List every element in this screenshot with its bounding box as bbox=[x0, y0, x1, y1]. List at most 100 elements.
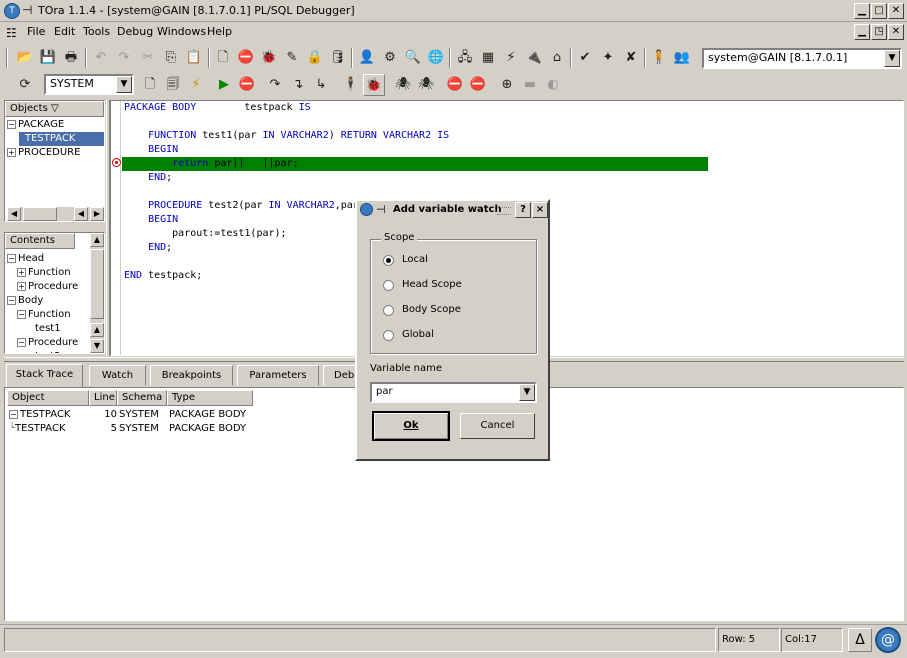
menu-file[interactable]: File bbox=[27, 25, 45, 38]
menu-tools[interactable]: Tools bbox=[83, 25, 110, 38]
menu-help[interactable]: Help bbox=[207, 25, 232, 38]
connection-select[interactable]: system@GAIN [8.1.7.0.1] ▼ bbox=[702, 48, 902, 69]
remove-breakpoint-icon[interactable]: 🕷 bbox=[415, 74, 437, 96]
step-into-icon[interactable]: ↴ bbox=[287, 74, 309, 96]
storage-icon[interactable]: 🛢 bbox=[327, 47, 349, 69]
objects-hscrollbar[interactable]: ◀ ◀ ▶ bbox=[7, 207, 104, 221]
debug-bug-icon[interactable]: 🐞 bbox=[258, 47, 280, 69]
new-sql-icon[interactable]: 🗋 bbox=[212, 47, 234, 69]
tab-breakpoints[interactable]: Breakpoints bbox=[150, 365, 233, 386]
mdi-restore-button[interactable]: ◳ bbox=[871, 24, 887, 40]
mdi-close-button[interactable]: ✕ bbox=[888, 24, 904, 40]
new-file-icon[interactable]: 🗋 bbox=[139, 74, 161, 96]
objects-header[interactable]: Objects ▽ bbox=[5, 101, 104, 117]
tables-icon[interactable]: ▦ bbox=[477, 47, 499, 69]
radio-global-label[interactable]: Global bbox=[402, 329, 434, 340]
cancel-cross-icon[interactable]: ✘ bbox=[620, 47, 642, 69]
tab-stack-trace[interactable]: Stack Trace bbox=[6, 364, 83, 387]
change-watch-icon[interactable]: ◐ bbox=[542, 74, 564, 96]
pin-icon[interactable]: ⊣ bbox=[22, 3, 32, 17]
tree-item-body-function[interactable]: − Function bbox=[17, 308, 71, 322]
tree-item-body-procedure[interactable]: − Procedure bbox=[17, 336, 78, 350]
column-header-line[interactable]: Line bbox=[89, 390, 117, 406]
connect-icon[interactable]: 🔌 bbox=[523, 47, 545, 69]
globe-icon[interactable]: 🌐 bbox=[425, 47, 447, 69]
disconnect-icon[interactable]: ⌂ bbox=[546, 47, 568, 69]
expand-icon[interactable]: + bbox=[7, 148, 16, 157]
expand-icon[interactable]: + bbox=[17, 268, 26, 277]
tree-item-head-function[interactable]: + Function bbox=[17, 266, 71, 280]
step-over-icon[interactable]: ↷ bbox=[264, 74, 286, 96]
sga-icon[interactable]: 🔍 bbox=[402, 47, 424, 69]
menu-windows[interactable]: Windows bbox=[157, 25, 206, 38]
scan-source-icon[interactable]: 🗐 bbox=[162, 74, 184, 96]
close-button[interactable]: ✕ bbox=[888, 3, 904, 19]
lightning-icon[interactable]: ⚡ bbox=[500, 47, 522, 69]
scroll-up-icon[interactable]: ▲ bbox=[90, 323, 104, 337]
commit-icon[interactable]: ✔ bbox=[574, 47, 596, 69]
menu-edit[interactable]: Edit bbox=[54, 25, 75, 38]
column-header-object[interactable]: Object bbox=[7, 390, 89, 406]
tab-watch[interactable]: Watch bbox=[89, 365, 146, 386]
security-icon[interactable]: 🔒 bbox=[304, 47, 326, 69]
mdi-minimize-button[interactable]: ▁ bbox=[854, 24, 870, 40]
tuning-icon[interactable]: ⚙ bbox=[379, 47, 401, 69]
collapse-icon[interactable]: − bbox=[17, 310, 26, 319]
undo-icon[interactable]: ↶ bbox=[90, 47, 112, 69]
delta-icon[interactable]: Δ bbox=[848, 628, 872, 652]
tree-item-test1[interactable]: test1 bbox=[35, 322, 61, 336]
redo-icon[interactable]: ↷ bbox=[113, 47, 135, 69]
pin-icon[interactable]: ⊣ bbox=[376, 203, 386, 216]
compile-icon[interactable]: ⚡ bbox=[185, 74, 207, 96]
ok-button[interactable]: Ok bbox=[372, 411, 450, 441]
menu-debug[interactable]: Debug bbox=[117, 25, 153, 38]
tree-item-body[interactable]: − Body bbox=[7, 294, 43, 308]
stop-icon[interactable]: ⛔ bbox=[235, 47, 257, 69]
collapse-icon[interactable]: − bbox=[7, 254, 16, 263]
contents-header[interactable]: Contents bbox=[5, 233, 75, 249]
disable-breakpoint-icon[interactable]: ⛔ bbox=[467, 74, 489, 96]
table-row[interactable]: └TESTPACK 5 SYSTEM PACKAGE BODY bbox=[9, 422, 259, 436]
scroll-right-icon[interactable]: ▶ bbox=[90, 207, 104, 221]
schema-icon[interactable]: ✎ bbox=[281, 47, 303, 69]
table-row[interactable]: − TESTPACK 10 SYSTEM PACKAGE BODY bbox=[9, 408, 259, 422]
scroll-up-icon[interactable]: ▲ bbox=[90, 233, 104, 247]
add-watch-icon[interactable]: ⊕ bbox=[496, 74, 518, 96]
refresh-icon[interactable]: ⟳ bbox=[14, 74, 36, 96]
paste-icon[interactable]: 📋 bbox=[183, 47, 205, 69]
tab-parameters[interactable]: Parameters bbox=[237, 365, 319, 386]
variable-name-input[interactable]: par ▼ bbox=[370, 382, 537, 403]
scroll-down-icon[interactable]: ▼ bbox=[90, 339, 104, 353]
scroll-left-icon[interactable]: ◀ bbox=[7, 207, 21, 221]
help-button[interactable]: ? bbox=[515, 202, 531, 218]
collapse-icon[interactable]: − bbox=[17, 338, 26, 347]
add-breakpoint-icon[interactable]: 🕷 bbox=[392, 74, 414, 96]
collapse-icon[interactable]: − bbox=[7, 296, 16, 305]
save-icon[interactable]: 💾 bbox=[37, 47, 59, 69]
close-button[interactable]: × bbox=[532, 202, 548, 218]
return-icon[interactable]: ↳ bbox=[310, 74, 332, 96]
collapse-icon[interactable]: − bbox=[7, 120, 16, 129]
column-header-type[interactable]: Type bbox=[167, 390, 253, 406]
chevron-down-icon[interactable]: ▼ bbox=[519, 384, 535, 401]
debug-pane-icon[interactable]: 🕴 bbox=[340, 74, 362, 96]
radio-head-scope-label[interactable]: Head Scope bbox=[402, 279, 462, 290]
breakpoint-icon[interactable] bbox=[112, 158, 121, 167]
radio-local-label[interactable]: Local bbox=[402, 254, 428, 265]
tree-item-test2[interactable]: test2 bbox=[35, 350, 61, 353]
tree-item-procedure[interactable]: + PROCEDURE bbox=[7, 146, 80, 160]
tree-item-head[interactable]: − Head bbox=[7, 252, 44, 266]
expand-icon[interactable]: + bbox=[17, 282, 26, 291]
delete-watch-icon[interactable]: ▬ bbox=[519, 74, 541, 96]
schema-select[interactable]: SYSTEM ▼ bbox=[44, 74, 134, 95]
collapse-icon[interactable]: − bbox=[9, 410, 18, 419]
scroll-thumb[interactable] bbox=[90, 249, 104, 319]
enable-breakpoint-icon[interactable]: ⛔ bbox=[444, 74, 466, 96]
tree-item-testpack[interactable]: TESTPACK bbox=[19, 132, 104, 146]
cut-icon[interactable]: ✂ bbox=[137, 47, 159, 69]
copy-icon[interactable]: ⎘ bbox=[160, 47, 182, 69]
tree-item-head-procedure[interactable]: + Procedure bbox=[17, 280, 78, 294]
session-icon[interactable]: 👤 bbox=[356, 47, 378, 69]
print-icon[interactable]: 🖶 bbox=[60, 47, 82, 69]
tree-item-package[interactable]: − PACKAGE bbox=[7, 118, 64, 132]
